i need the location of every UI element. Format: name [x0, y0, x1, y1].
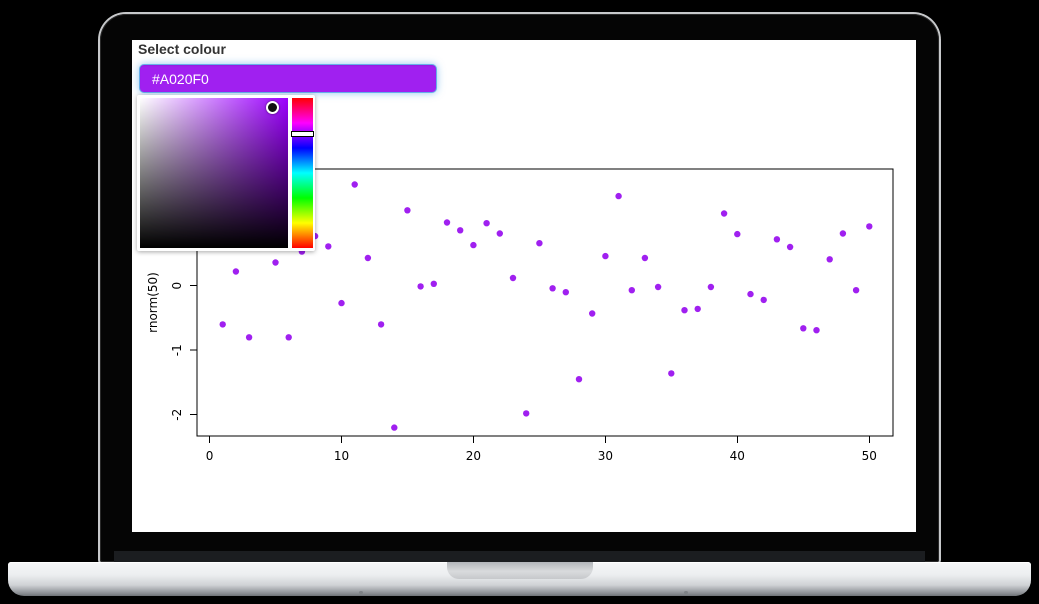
data-point [681, 307, 687, 313]
data-point [813, 327, 819, 333]
data-point [708, 284, 714, 290]
saturation-cursor[interactable] [266, 101, 279, 114]
data-point [470, 242, 476, 248]
data-point [629, 287, 635, 293]
data-point [774, 236, 780, 242]
x-tick-label: 0 [206, 449, 214, 463]
data-point [510, 275, 516, 281]
data-point [233, 268, 239, 274]
x-tick-label: 20 [466, 449, 481, 463]
data-point [365, 255, 371, 261]
hue-slider[interactable] [292, 98, 313, 248]
data-point [721, 210, 727, 216]
data-point [615, 193, 621, 199]
laptop-frame: Select colour 010203040500-1-2rnorm(50) [100, 14, 939, 562]
data-point [272, 259, 278, 265]
page: { "app": { "colour_label": "Select colou… [0, 0, 1039, 604]
base-foot-dot [359, 591, 363, 594]
data-point [761, 297, 767, 303]
data-point [602, 253, 608, 259]
data-point [444, 219, 450, 225]
data-point [497, 230, 503, 236]
data-point [523, 410, 529, 416]
data-point [853, 287, 859, 293]
y-tick-label: 0 [170, 282, 184, 290]
data-point [286, 334, 292, 340]
data-point [391, 424, 397, 430]
data-point [338, 300, 344, 306]
y-tick-label: -2 [170, 409, 184, 421]
base-foot-dot [684, 591, 688, 594]
laptop-hinge [114, 551, 925, 562]
data-point [840, 230, 846, 236]
x-tick-label: 40 [730, 449, 745, 463]
data-point [220, 321, 226, 327]
data-point [576, 376, 582, 382]
data-point [549, 285, 555, 291]
data-point [787, 244, 793, 250]
data-point [589, 310, 595, 316]
hue-slider-thumb[interactable] [291, 131, 314, 137]
y-axis-label: rnorm(50) [146, 272, 160, 333]
data-point [246, 334, 252, 340]
screen: Select colour 010203040500-1-2rnorm(50) [132, 40, 916, 532]
x-tick-label: 10 [334, 449, 349, 463]
saturation-square[interactable] [140, 98, 288, 248]
data-point [734, 231, 740, 237]
x-tick-label: 30 [598, 449, 613, 463]
data-point [431, 281, 437, 287]
data-point [827, 256, 833, 262]
data-point [325, 243, 331, 249]
data-point [800, 325, 806, 331]
data-point [378, 321, 384, 327]
data-point [668, 370, 674, 376]
laptop-base-notch [447, 562, 593, 579]
data-point [563, 289, 569, 295]
laptop-base [8, 562, 1031, 596]
data-point [352, 181, 358, 187]
data-point [457, 227, 463, 233]
colour-picker-panel [137, 95, 315, 251]
data-point [747, 291, 753, 297]
data-point [655, 284, 661, 290]
y-tick-label: -1 [170, 344, 184, 356]
data-point [483, 220, 489, 226]
data-point [536, 240, 542, 246]
data-point [417, 283, 423, 289]
data-point [642, 255, 648, 261]
data-point [866, 223, 872, 229]
data-point [404, 207, 410, 213]
data-point [695, 306, 701, 312]
x-tick-label: 50 [862, 449, 877, 463]
